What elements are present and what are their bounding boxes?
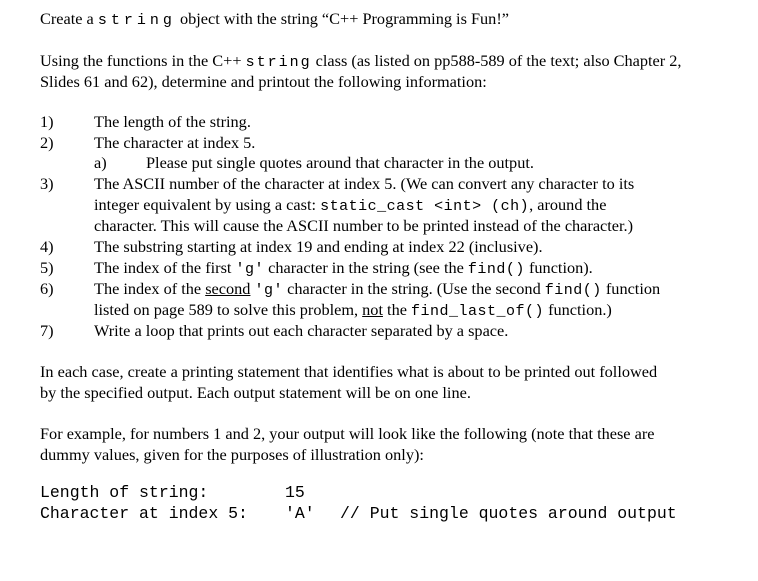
item-text: The index of the second 'g' character in…: [94, 278, 660, 301]
item-text: The ASCII number of the character at ind…: [94, 174, 635, 193]
item-text-part: integer equivalent by using a cast:: [94, 195, 321, 214]
item-number: 6): [40, 279, 54, 298]
item-number: 2): [40, 133, 54, 152]
item-text-part: function.): [544, 300, 612, 319]
item-text: character. This will cause the ASCII num…: [94, 216, 634, 235]
item-text: integer equivalent by using a cast: stat…: [94, 194, 606, 217]
inline-code: 'g': [235, 261, 265, 278]
inline-code: find(): [467, 261, 525, 278]
intro-line: Create a string object with the string “…: [40, 8, 509, 31]
underlined-text: second: [205, 279, 251, 298]
para-text: class (as listed on pp588-589 of the tex…: [311, 51, 682, 70]
para3-line1: For example, for numbers 1 and 2, your o…: [40, 424, 655, 443]
underlined-text: not: [362, 300, 383, 319]
item-text: The length of the string.: [94, 112, 251, 131]
item-text-part: function).: [524, 258, 593, 277]
intro-text: object with the string “C++ Programming …: [175, 9, 509, 28]
item-number: 1): [40, 112, 54, 131]
example-value: 'A': [285, 504, 315, 523]
inline-code: 'g': [254, 282, 284, 299]
inline-code: string: [97, 12, 176, 29]
para2-line2: by the specified output. Each output sta…: [40, 383, 471, 402]
para2-line1: In each case, create a printing statemen…: [40, 362, 658, 381]
para1-line2: Slides 61 and 62), determine and printou…: [40, 72, 487, 91]
item-text: Write a loop that prints out each charac…: [94, 321, 509, 340]
example-comment: // Put single quotes around output: [340, 504, 677, 523]
item-number: 5): [40, 258, 54, 277]
example-value: 15: [285, 483, 305, 502]
item-text-part: The index of the first: [94, 258, 236, 277]
example-label: Character at index 5:: [40, 504, 248, 523]
item-text-part: character in the string. (Use the second: [283, 279, 545, 298]
inline-code: static_cast <int> (ch): [320, 198, 530, 215]
example-label: Length of string:: [40, 483, 209, 502]
subitem-letter: a): [94, 153, 107, 172]
inline-code: find_last_of(): [411, 303, 545, 320]
item-text: listed on page 589 to solve this problem…: [94, 299, 612, 322]
item-text: The index of the first 'g' character in …: [94, 257, 593, 280]
item-text-part: the: [382, 300, 411, 319]
para3-line2: dummy values, given for the purposes of …: [40, 445, 424, 464]
intro-text: Create a: [40, 9, 98, 28]
item-text-part: , around the: [529, 195, 607, 214]
item-text-part: listed on page 589 to solve this problem…: [94, 300, 363, 319]
item-number: 4): [40, 237, 54, 256]
item-text: The character at index 5.: [94, 133, 256, 152]
para-text: Using the functions in the C++: [40, 51, 246, 70]
para1-line1: Using the functions in the C++ string cl…: [40, 50, 681, 73]
item-text-part: function: [601, 279, 661, 298]
inline-code: find(): [544, 282, 602, 299]
subitem-text: Please put single quotes around that cha…: [146, 153, 534, 172]
item-number: 3): [40, 174, 54, 193]
item-text: The substring starting at index 19 and e…: [94, 237, 543, 256]
inline-code: string: [245, 54, 312, 71]
item-number: 7): [40, 321, 54, 340]
item-text-part: The index of the: [94, 279, 206, 298]
item-text-part: character in the string (see the: [264, 258, 468, 277]
